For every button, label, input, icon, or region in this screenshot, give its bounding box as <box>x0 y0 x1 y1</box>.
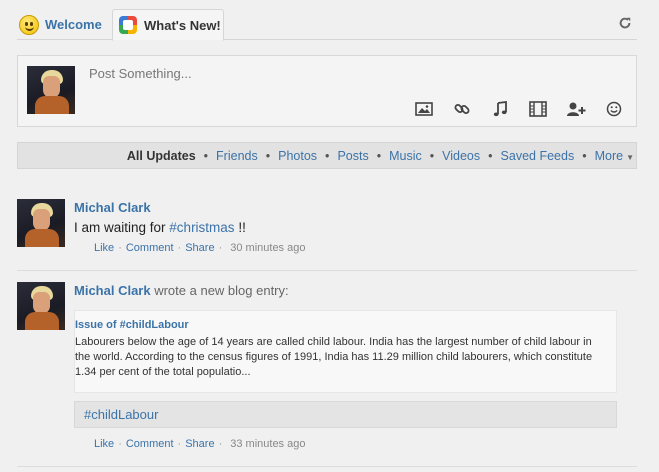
feed-divider <box>17 466 637 467</box>
refresh-icon[interactable] <box>617 16 633 32</box>
feed-filter-bar: All Updates • Friends • Photos • Posts •… <box>17 142 637 169</box>
filter-friends[interactable]: Friends <box>216 149 258 163</box>
status-text: I am waiting for #christmas !! <box>74 219 637 237</box>
hashtag-box: #childLabour <box>74 401 617 428</box>
post-input[interactable]: Post Something... <box>89 66 192 81</box>
timestamp: 30 minutes ago <box>230 242 306 254</box>
blog-entry-card[interactable]: Issue of #childLabour Labourers below th… <box>74 310 617 393</box>
item-actions: Like · Comment · Share · 30 minutes ago <box>74 242 637 254</box>
filter-music[interactable]: Music <box>389 149 422 163</box>
separator-dot: · <box>177 242 182 254</box>
tab-bar: Welcome What's New! <box>17 9 637 41</box>
smiley-icon <box>19 14 39 35</box>
separator-dot: · <box>118 242 122 254</box>
separator-dot: · <box>118 438 122 450</box>
activity-action-text: wrote a new blog entry: <box>154 283 289 298</box>
add-user-icon[interactable] <box>566 100 586 118</box>
hashtag-link[interactable]: #childLabour <box>84 407 158 422</box>
separator-dot: • <box>265 148 271 163</box>
filter-posts[interactable]: Posts <box>337 149 368 163</box>
link-icon[interactable] <box>452 100 472 118</box>
status-text-prefix: I am waiting for <box>74 220 170 235</box>
blog-excerpt: Labourers below the age of 14 years are … <box>75 336 593 378</box>
filter-saved-feeds[interactable]: Saved Feeds <box>501 149 575 163</box>
separator-dot: • <box>376 148 382 163</box>
share-button[interactable]: Share <box>185 438 214 450</box>
author-name[interactable]: Michal Clark <box>74 199 637 217</box>
separator-dot: • <box>582 148 587 163</box>
separator-dot: • <box>429 148 435 163</box>
avatar[interactable] <box>17 282 65 330</box>
tab-welcome[interactable]: Welcome <box>19 9 102 40</box>
tab-whats-new[interactable]: What's New! <box>112 9 224 41</box>
like-button[interactable]: Like <box>94 242 114 254</box>
caret-down-icon: ▼ <box>626 152 634 162</box>
item-actions: Like · Comment · Share · 33 minutes ago <box>74 438 637 450</box>
like-button[interactable]: Like <box>94 438 114 450</box>
separator-dot: · <box>218 242 223 254</box>
filter-more-label: More <box>594 148 624 163</box>
avatar <box>27 66 75 114</box>
filter-photos[interactable]: Photos <box>278 149 317 163</box>
separator-dot: · <box>218 438 223 450</box>
post-composer: Post Something... <box>17 55 637 127</box>
comment-button[interactable]: Comment <box>126 438 174 450</box>
whats-new-icon <box>119 16 137 34</box>
blog-title[interactable]: Issue of #childLabour <box>75 319 616 331</box>
separator-dot: • <box>325 148 330 163</box>
separator-dot: • <box>203 148 209 163</box>
tab-welcome-label: Welcome <box>45 17 102 32</box>
feed-divider <box>17 270 637 271</box>
author-name[interactable]: Michal Clark <box>74 283 151 298</box>
filter-all-updates[interactable]: All Updates <box>127 149 196 163</box>
avatar[interactable] <box>17 199 65 247</box>
composer-toolbar <box>414 100 624 118</box>
film-icon[interactable] <box>528 100 548 118</box>
timestamp: 33 minutes ago <box>230 438 306 450</box>
filter-more[interactable]: More ▼ <box>595 149 634 163</box>
music-icon[interactable] <box>490 100 510 118</box>
separator-dot: • <box>488 148 493 163</box>
image-icon[interactable] <box>414 100 434 118</box>
activity-header: Michal Clark wrote a new blog entry: <box>74 282 637 300</box>
share-button[interactable]: Share <box>185 242 214 254</box>
tab-whats-new-label: What's New! <box>144 17 221 33</box>
smiley-icon[interactable] <box>604 100 624 118</box>
separator-dot: · <box>177 438 182 450</box>
comment-button[interactable]: Comment <box>126 242 174 254</box>
filter-videos[interactable]: Videos <box>442 149 480 163</box>
hashtag-link[interactable]: #christmas <box>169 220 234 235</box>
status-text-suffix: !! <box>234 220 246 235</box>
